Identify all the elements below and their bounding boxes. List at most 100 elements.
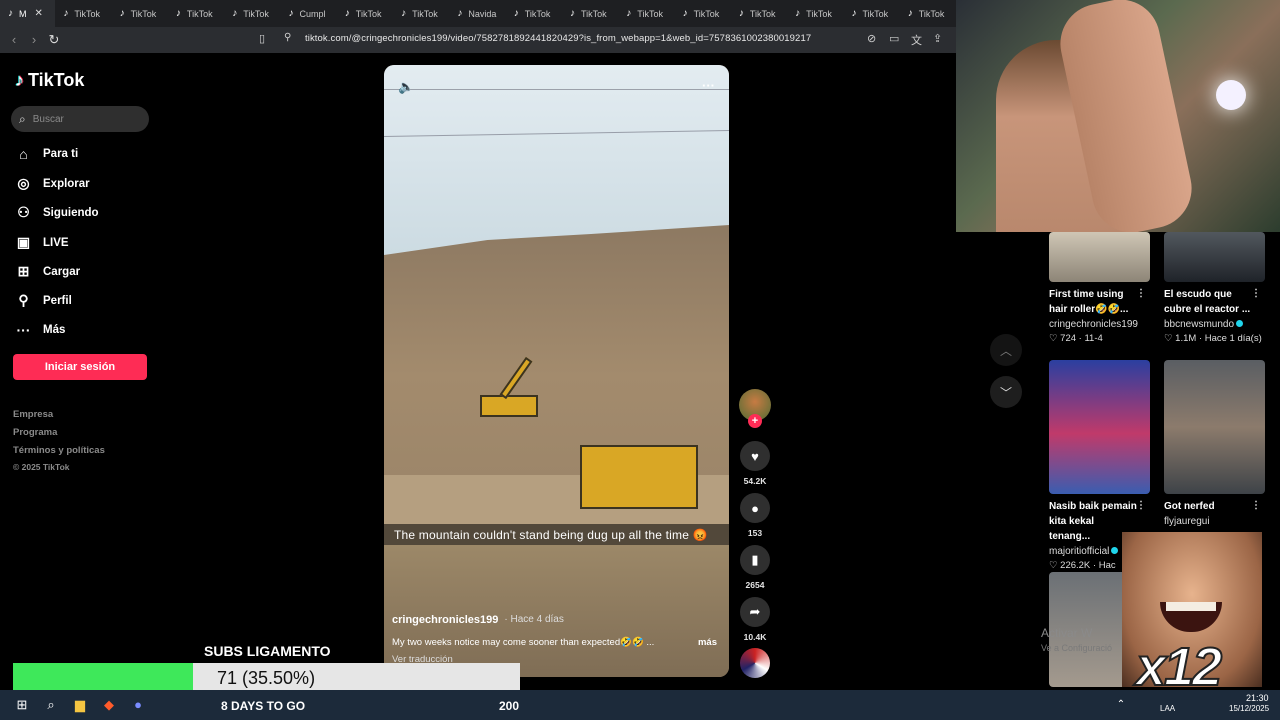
browser-tab[interactable]: ♪ TikTok xyxy=(506,0,562,27)
translate-icon[interactable]: 文 xyxy=(911,32,922,48)
search-taskbar-icon[interactable]: ⌕ xyxy=(41,695,61,715)
close-tab-icon[interactable]: ✕ xyxy=(35,8,43,19)
kebab-icon[interactable]: ⋮ xyxy=(1251,500,1261,511)
nav-item-para-ti[interactable]: ⌂ Para ti xyxy=(15,146,78,162)
next-video-button[interactable]: ﹀ xyxy=(990,376,1022,408)
bookmark-icon[interactable]: ▮ xyxy=(740,545,770,575)
browser-tab[interactable]: ♪ TikTok xyxy=(787,0,843,27)
kebab-icon[interactable]: ⋮ xyxy=(1136,288,1146,299)
video-posted-text: Hace 4 días xyxy=(510,614,564,625)
bookmark-icon[interactable]: ▯ xyxy=(259,32,265,45)
video-thumbnail[interactable] xyxy=(1049,232,1150,282)
save-action[interactable]: ▮ 2654 xyxy=(740,545,770,590)
nav-item-explorar[interactable]: ◎ Explorar xyxy=(15,175,89,192)
tab-label: Cumpl xyxy=(299,8,326,19)
browser-tab[interactable]: ♪ TikTok xyxy=(900,0,956,27)
tab-label: TikTok xyxy=(918,8,945,19)
video-player[interactable]: The mountain couldn't stand being dug up… xyxy=(384,65,729,677)
tray-date[interactable]: 15/12/2025 xyxy=(1229,704,1269,713)
comment-icon[interactable]: ● xyxy=(740,493,770,523)
browser-tab[interactable]: ♪ TikTok xyxy=(393,0,449,27)
reader-icon[interactable]: ▭ xyxy=(889,32,899,45)
related-title: El escudo que cubre el reactor ... xyxy=(1164,289,1251,315)
video-author[interactable]: cringechronicles199 xyxy=(392,614,498,626)
browser-tab[interactable]: ♪ TikTok xyxy=(168,0,224,27)
folder-icon[interactable]: ▆ xyxy=(70,695,90,715)
music-disc-icon[interactable] xyxy=(740,648,770,678)
nav-item-siguiendo[interactable]: ⚇ Siguiendo xyxy=(15,204,98,221)
tiktok-note-icon: ♪ xyxy=(15,70,24,90)
tracking-icon[interactable]: ⊘ xyxy=(867,32,876,45)
tab-label: Navida xyxy=(468,8,497,19)
related-video-card[interactable]: ⋮ Got nerfed flyjauregui xyxy=(1164,360,1265,527)
nav-item-mas[interactable]: ··· Más xyxy=(15,322,66,338)
url-text[interactable]: tiktok.com/@cringechronicles199/video/75… xyxy=(305,33,811,44)
nav-item-perfil[interactable]: ⚲ Perfil xyxy=(15,292,71,309)
tiktok-favicon-icon: ♪ xyxy=(626,8,632,19)
browser-tab[interactable]: ♪ TikTok xyxy=(562,0,618,27)
browser-tab[interactable]: ♪ Cumpl xyxy=(281,0,337,27)
footer-link-empresa[interactable]: Empresa xyxy=(13,409,53,420)
related-video-card[interactable]: ⋮ El escudo que cubre el reactor ... bbc… xyxy=(1164,232,1265,344)
footer-link-terminos[interactable]: Términos y políticas xyxy=(13,445,105,456)
browser-tab[interactable]: ♪ TikTok xyxy=(224,0,280,27)
nav-item-live[interactable]: ▣ LIVE xyxy=(15,234,69,251)
windows-activation-subtitle: Ve a Configuració xyxy=(1041,643,1113,653)
browser-tab[interactable]: ♪ TikTok xyxy=(843,0,899,27)
brave-icon[interactable]: ◆ xyxy=(99,695,119,715)
browser-tab[interactable]: ♪ TikTok xyxy=(55,0,111,27)
browser-tab[interactable]: ♪ Navida xyxy=(449,0,505,27)
tray-chevron-icon[interactable]: ⌃ xyxy=(1111,695,1131,715)
reload-icon[interactable]: ↻ xyxy=(44,32,64,48)
more-options-icon[interactable]: ··· xyxy=(702,78,715,93)
follow-plus-icon[interactable]: + xyxy=(748,414,762,428)
footer-link-programa[interactable]: Programa xyxy=(13,427,57,438)
share-icon[interactable]: ⇪ xyxy=(933,32,942,45)
share-action[interactable]: ➦ 10.4K xyxy=(740,597,770,642)
heart-icon[interactable]: ♥ xyxy=(740,441,770,471)
browser-tab[interactable]: ♪ M ✕ xyxy=(0,0,56,27)
search-icon: ⌕ xyxy=(19,111,26,126)
tab-label: M xyxy=(19,8,27,19)
related-user[interactable]: cringechronicles199 xyxy=(1049,319,1150,330)
nav-item-cargar[interactable]: ⊞ Cargar xyxy=(15,263,80,280)
tab-label: TikTok xyxy=(637,8,663,19)
video-more-link[interactable]: más xyxy=(698,637,717,648)
browser-tab[interactable]: ♪ TikTok xyxy=(731,0,787,27)
like-action[interactable]: ♥ 54.2K xyxy=(740,441,770,486)
kebab-icon[interactable]: ⋮ xyxy=(1251,288,1261,299)
discord-icon[interactable]: ● xyxy=(128,695,148,715)
related-stats: ♡ 724 · 11-4 xyxy=(1049,333,1103,344)
related-user[interactable]: bbcnewsmundo xyxy=(1164,319,1265,330)
browser-tab[interactable]: ♪ TikTok xyxy=(337,0,393,27)
search-input[interactable]: ⌕ Buscar xyxy=(11,106,149,132)
tray-language[interactable]: LAA xyxy=(1160,704,1175,713)
site-info-icon[interactable]: ⚲ xyxy=(284,32,291,43)
video-thumbnail[interactable] xyxy=(1164,232,1265,282)
start-icon[interactable]: ⊞ xyxy=(12,695,32,715)
video-thumbnail[interactable] xyxy=(1164,360,1265,494)
comment-action[interactable]: ● 153 xyxy=(740,493,770,538)
related-likes: 226.2K xyxy=(1060,560,1091,571)
browser-tab[interactable]: ♪ TikTok xyxy=(112,0,168,27)
related-user[interactable]: flyjauregui xyxy=(1164,516,1265,527)
video-thumbnail[interactable] xyxy=(1049,360,1150,494)
forward-icon[interactable]: › xyxy=(24,32,44,47)
upload-icon: ⊞ xyxy=(17,263,30,279)
related-likes: 724 xyxy=(1060,333,1077,344)
compass-icon: ◎ xyxy=(17,175,30,191)
browser-tab[interactable]: ♪ TikTok xyxy=(675,0,731,27)
tray-time[interactable]: 21:30 xyxy=(1246,693,1269,703)
back-icon[interactable]: ‹ xyxy=(4,32,24,47)
login-button[interactable]: Iniciar sesión xyxy=(13,354,147,380)
tiktok-logo[interactable]: ♪ TikTok xyxy=(15,70,84,91)
kebab-icon[interactable]: ⋮ xyxy=(1136,500,1146,511)
browser-tab[interactable]: ♪ TikTok xyxy=(618,0,674,27)
share-arrow-icon[interactable]: ➦ xyxy=(740,597,770,627)
tab-label: TikTok xyxy=(749,8,776,19)
related-video-card[interactable]: ⋮ First time using hair roller🤣🤣... crin… xyxy=(1049,232,1150,344)
tab-label: TikTok xyxy=(524,8,551,19)
previous-video-button[interactable]: ︿ xyxy=(990,334,1022,366)
subs-target: 200 xyxy=(499,699,520,713)
volume-icon[interactable]: 🔈 xyxy=(398,79,414,95)
